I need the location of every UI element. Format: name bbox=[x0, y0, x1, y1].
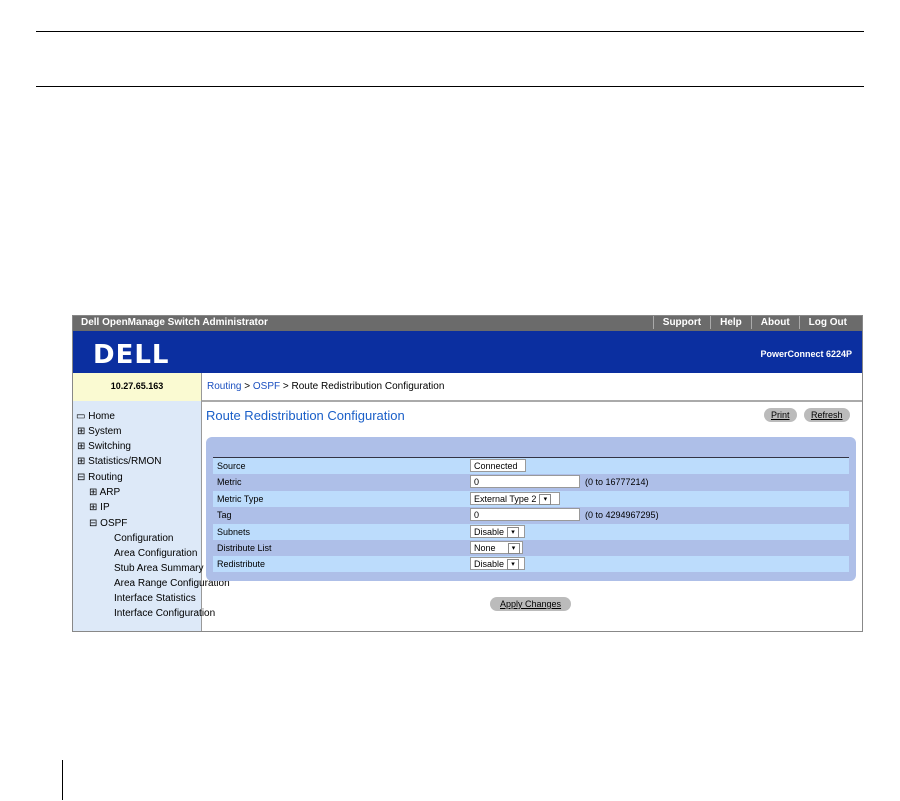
breadcrumb: Routing > OSPF > Route Redistribution Co… bbox=[202, 373, 862, 402]
tag-label: Tag bbox=[217, 510, 232, 520]
metric-hint: (0 to 16777214) bbox=[585, 477, 649, 487]
row-metric: Metric 0 (0 to 16777214) bbox=[213, 474, 849, 490]
refresh-button[interactable]: Refresh bbox=[804, 408, 850, 422]
header-rule-bottom bbox=[36, 86, 864, 87]
distribute-list-select[interactable]: None ▾ bbox=[470, 541, 523, 555]
subnets-label: Subnets bbox=[217, 527, 251, 537]
nav-statistics[interactable]: ⊞ Statistics/RMON bbox=[77, 456, 162, 468]
page-title: Route Redistribution Configuration bbox=[206, 408, 405, 423]
ip-address: 10.27.65.163 bbox=[73, 373, 202, 401]
redistribute-select[interactable]: Disable ▾ bbox=[470, 557, 525, 571]
logout-link[interactable]: Log Out bbox=[798, 316, 856, 329]
row-subnets: Subnets Disable ▾ bbox=[213, 524, 849, 540]
metric-label: Metric bbox=[217, 477, 242, 487]
source-select[interactable]: Connected▾ bbox=[470, 459, 526, 486]
tag-hint: (0 to 4294967295) bbox=[585, 510, 659, 520]
nav-configuration[interactable]: Configuration bbox=[114, 533, 173, 545]
crumb-ospf[interactable]: OSPF bbox=[253, 381, 280, 392]
support-link[interactable]: Support bbox=[652, 316, 710, 329]
row-redistribute: Redistribute Disable ▾ bbox=[213, 556, 849, 572]
chevron-down-icon[interactable]: ▾ bbox=[507, 559, 520, 571]
dell-logo: DELL bbox=[93, 340, 170, 370]
banner: DELL PowerConnect 6224P bbox=[73, 331, 862, 373]
help-link[interactable]: Help bbox=[710, 316, 751, 329]
nav-routing[interactable]: ⊟ Routing bbox=[77, 472, 123, 484]
nav-home[interactable]: ▭ Home bbox=[76, 411, 115, 423]
chevron-down-icon[interactable]: ▾ bbox=[539, 494, 552, 506]
app-title: Dell OpenManage Switch Administrator bbox=[81, 317, 268, 328]
subnets-select[interactable]: Disable ▾ bbox=[470, 525, 525, 539]
row-distribute-list: Distribute List None ▾ bbox=[213, 540, 849, 556]
expand-icon[interactable]: ⊞ bbox=[89, 502, 97, 513]
change-bar bbox=[62, 760, 63, 800]
about-link[interactable]: About bbox=[750, 316, 799, 329]
expand-icon[interactable]: ⊞ bbox=[89, 487, 97, 498]
crumb-routing[interactable]: Routing bbox=[207, 381, 241, 392]
form-panel: SourceConnected▾ Metric0(0 to 16777214) … bbox=[206, 437, 856, 581]
expand-icon[interactable]: ⊞ bbox=[77, 426, 85, 437]
source-label: Source bbox=[217, 461, 246, 471]
print-button[interactable]: Print bbox=[764, 408, 797, 422]
redistribute-label: Redistribute bbox=[217, 559, 266, 569]
apply-changes-button[interactable]: Apply Changes bbox=[490, 597, 572, 611]
content: Route Redistribution Configuration Print… bbox=[202, 401, 862, 631]
header-rule bbox=[36, 31, 864, 32]
row-source: Source Connected▾ bbox=[213, 458, 849, 486]
nav-stub-area-summary[interactable]: Stub Area Summary bbox=[114, 563, 203, 575]
row-metric-type: Metric Type External Type 2 ▾ bbox=[213, 491, 849, 507]
collapse-icon[interactable]: ⊟ bbox=[77, 472, 85, 483]
model-name: PowerConnect 6224P bbox=[760, 349, 852, 359]
metric-type-select[interactable]: External Type 2 ▾ bbox=[470, 492, 560, 506]
expand-icon[interactable]: ⊞ bbox=[77, 441, 85, 452]
distribute-list-label: Distribute List bbox=[217, 543, 272, 553]
nav-switching[interactable]: ⊞ Switching bbox=[77, 441, 131, 453]
nav-tree: ▭ Home ⊞ System ⊞ Switching ⊞ Statistics… bbox=[73, 401, 230, 631]
row-tag: Tag 0 (0 to 4294967295) bbox=[213, 507, 849, 523]
nav-ospf[interactable]: ⊟ OSPF bbox=[89, 518, 127, 530]
collapse-icon[interactable]: ⊟ bbox=[89, 518, 97, 529]
metric-input[interactable]: 0 bbox=[470, 475, 580, 488]
tag-input[interactable]: 0 bbox=[470, 508, 580, 521]
nav-ip[interactable]: ⊞ IP bbox=[89, 502, 110, 514]
chevron-down-icon[interactable]: ▾ bbox=[507, 543, 520, 555]
chevron-down-icon[interactable]: ▾ bbox=[507, 527, 520, 539]
screenshot: Dell OpenManage Switch Administrator Sup… bbox=[72, 315, 863, 632]
metric-type-label: Metric Type bbox=[217, 494, 264, 504]
nav-interface-configuration[interactable]: Interface Configuration bbox=[114, 608, 215, 620]
nav-interface-statistics[interactable]: Interface Statistics bbox=[114, 593, 196, 605]
nav-system[interactable]: ⊞ System bbox=[77, 426, 122, 438]
nav-arp[interactable]: ⊞ ARP bbox=[89, 487, 120, 499]
nav-area-configuration[interactable]: Area Configuration bbox=[114, 548, 197, 560]
expand-icon[interactable]: ⊞ bbox=[77, 456, 85, 467]
crumb-current: Route Redistribution Configuration bbox=[291, 381, 445, 392]
top-bar: Dell OpenManage Switch Administrator Sup… bbox=[73, 316, 862, 331]
home-icon: ▭ bbox=[76, 411, 86, 422]
